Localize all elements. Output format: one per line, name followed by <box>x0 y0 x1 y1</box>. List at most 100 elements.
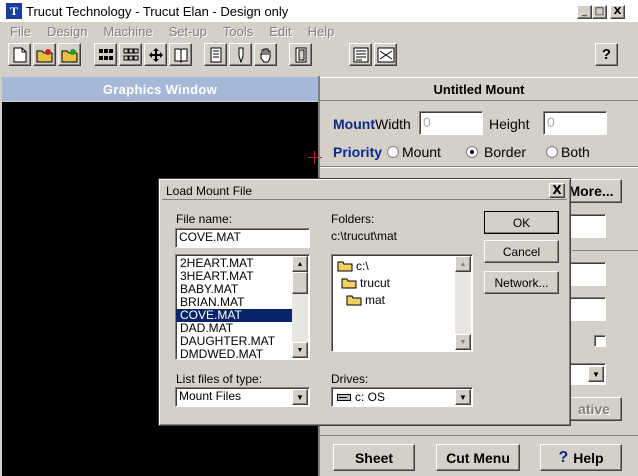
folder-item-trucut[interactable]: trucut <box>341 276 390 290</box>
network-button[interactable]: Network... <box>484 271 559 294</box>
help-toolbar-button[interactable]: ? <box>595 43 618 66</box>
menu-setup[interactable]: Set-up <box>169 24 207 39</box>
separator-2 <box>572 250 638 251</box>
filetype-dropdown-icon[interactable]: ▼ <box>292 389 308 405</box>
checkbox[interactable] <box>594 335 606 347</box>
radio-border[interactable]: Border <box>466 144 526 160</box>
radio-both-label: Both <box>561 144 590 160</box>
move-button[interactable] <box>144 43 167 66</box>
filetype-select[interactable]: Mount Files <box>175 387 310 407</box>
openings-button[interactable] <box>119 43 142 66</box>
page-button[interactable] <box>204 43 227 66</box>
knife-button[interactable] <box>229 43 252 66</box>
hand-icon <box>260 48 270 62</box>
width-label: Width <box>375 116 411 132</box>
open-file-button[interactable] <box>33 43 56 66</box>
priority-label: Priority <box>333 144 383 160</box>
load-mount-dialog: Load Mount File X File name: COVE.MAT 2H… <box>158 178 571 426</box>
folder-item-mat[interactable]: mat <box>346 293 385 307</box>
drive-icon <box>337 393 351 401</box>
door-icon <box>295 47 306 62</box>
radio-both[interactable]: Both <box>546 144 590 160</box>
help-question-icon: ? <box>558 448 569 466</box>
drives-select[interactable]: c: OS <box>331 387 473 407</box>
menu-help[interactable]: Help <box>308 24 335 39</box>
filetype-label: List files of type: <box>176 372 263 386</box>
height-label: Height <box>489 116 530 132</box>
app-logo-icon: T <box>6 3 22 19</box>
mount-title: Untitled Mount <box>320 77 638 101</box>
radio-border-label: Border <box>484 144 527 160</box>
scroll-down-icon[interactable]: ▼ <box>292 342 308 358</box>
help-button-label: Help <box>573 449 604 466</box>
folder-item-root[interactable]: c:\ <box>337 259 369 273</box>
separator-highlight <box>320 167 638 168</box>
open-folder-icon <box>346 295 362 306</box>
new-file-button[interactable] <box>8 43 31 66</box>
minimize-button[interactable]: _ <box>577 5 592 19</box>
radio-mount[interactable]: Mount <box>387 144 441 160</box>
cut-menu-button[interactable]: Cut Menu <box>436 444 520 471</box>
drives-label: Drives: <box>331 372 369 386</box>
report-button[interactable] <box>349 43 372 66</box>
mount-label: Mount <box>333 116 375 132</box>
radio-mount-circle <box>387 146 399 158</box>
report-icon <box>353 47 368 62</box>
drives-value: c: OS <box>355 390 386 404</box>
open-folder-red-icon <box>36 48 52 62</box>
menu-tools[interactable]: Tools <box>223 24 253 39</box>
scroll-thumb[interactable] <box>292 272 308 294</box>
ok-button[interactable]: OK <box>484 211 559 234</box>
negative-button[interactable]: ative <box>566 397 622 421</box>
width-input[interactable]: 0 <box>419 111 483 135</box>
cut-button[interactable] <box>374 43 397 66</box>
right-input-3[interactable] <box>566 297 606 321</box>
scroll-up-icon[interactable]: ▲ <box>292 256 308 272</box>
scissors-cut-icon <box>377 47 394 62</box>
open-folder-green-button[interactable] <box>58 43 81 66</box>
folder-tree[interactable]: c:\ trucut mat <box>331 254 473 352</box>
dialog-close-button[interactable]: X <box>549 183 565 198</box>
maximize-button[interactable]: □ <box>592 5 607 19</box>
open-folder-icon <box>341 278 357 289</box>
menu-machine[interactable]: Machine <box>103 24 152 39</box>
openings-icon <box>123 48 138 60</box>
window-title: Trucut Technology - Trucut Elan - Design… <box>26 3 289 19</box>
book-button[interactable] <box>169 43 192 66</box>
folder-scroll-down-icon[interactable]: ▼ <box>455 334 471 350</box>
file-item-dmdwed[interactable]: DMDWED.MAT <box>176 348 293 360</box>
file-list[interactable]: 2HEART.MAT 3HEART.MAT BABY.MAT BRIAN.MAT… <box>175 254 310 360</box>
sheet-button[interactable]: Sheet <box>333 444 415 471</box>
height-input[interactable]: 0 <box>543 111 607 135</box>
grid-icon <box>98 48 113 60</box>
door-button[interactable] <box>289 43 312 66</box>
graphics-window-title: Graphics Window <box>2 77 318 101</box>
filename-input[interactable]: COVE.MAT <box>175 228 310 248</box>
question-icon: ? <box>601 46 612 63</box>
menu-design[interactable]: Design <box>47 24 87 39</box>
folder-root-label: c:\ <box>356 259 369 273</box>
filename-label: File name: <box>176 212 233 226</box>
title-bar: T Trucut Technology - Trucut Elan - Desi… <box>0 0 638 22</box>
right-input-2[interactable] <box>566 262 606 286</box>
dialog-title-bar: Load Mount File <box>162 182 567 200</box>
help-button[interactable]: ? Help <box>540 444 622 471</box>
folder-scrollbar[interactable]: ▲ ▼ <box>455 256 471 350</box>
move-arrows-icon <box>148 47 163 62</box>
book-icon <box>174 48 187 63</box>
grid-view-button[interactable] <box>94 43 117 66</box>
page-icon <box>210 47 221 62</box>
cancel-button[interactable]: Cancel <box>484 240 559 263</box>
hand-button[interactable] <box>254 43 277 66</box>
file-list-scrollbar[interactable]: ▲ ▼ <box>292 256 308 358</box>
menu-edit[interactable]: Edit <box>269 24 291 39</box>
right-combo-arrow-icon[interactable]: ▼ <box>588 366 604 382</box>
drives-dropdown-icon[interactable]: ▼ <box>455 389 471 405</box>
right-input-1[interactable] <box>566 214 606 238</box>
close-button[interactable]: X <box>610 5 625 19</box>
folder-scroll-up-icon[interactable]: ▲ <box>455 256 471 272</box>
menu-bar: File Design Machine Set-up Tools Edit He… <box>0 22 638 40</box>
open-folder-green-icon <box>61 48 77 62</box>
menu-file[interactable]: File <box>10 24 31 39</box>
folders-label: Folders: <box>331 212 375 226</box>
